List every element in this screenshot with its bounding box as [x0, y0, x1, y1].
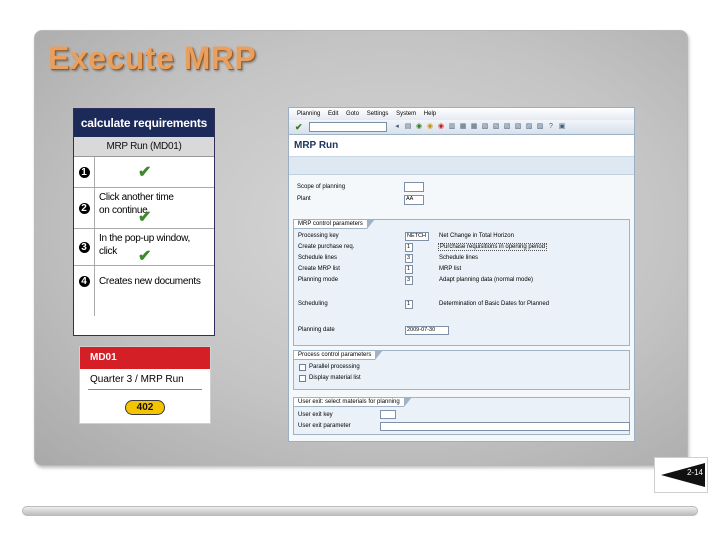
divider: [88, 389, 202, 390]
customize-layout-icon[interactable]: ▣: [558, 122, 566, 131]
slide-title: Execute MRP: [48, 40, 257, 76]
steps-header: calculate requirements: [74, 109, 214, 137]
print-icon[interactable]: ▥: [448, 122, 456, 131]
back-icon[interactable]: ◉: [415, 122, 423, 131]
step-text: In the pop-up window, click: [99, 233, 190, 257]
step-row-2: 2 Click another time on continue ✔: [74, 188, 214, 229]
bottom-divider: [22, 506, 698, 516]
step-row-4: 4 Creates new documents: [74, 266, 214, 316]
step-number: 1: [74, 157, 95, 187]
standard-toolbar: ✔ ◂ ▤ ◉ ◉ ◉ ▥ ▦ ▦ ▧ ▧ ▧ ▧ ▨ ▨ ? ▣: [289, 120, 634, 135]
step-row-1: 1 ✔: [74, 157, 214, 188]
exit-icon[interactable]: ◉: [426, 122, 434, 131]
step-number: 2: [74, 188, 95, 228]
page-number: 2-14: [686, 468, 703, 477]
sap-window: Planning Edit Goto Settings System Help …: [288, 107, 635, 442]
parallel-processing-label: Parallel processing: [309, 364, 360, 370]
enter-check-icon[interactable]: ✔: [295, 122, 305, 132]
process-control-tab: Process control parameters: [293, 350, 384, 360]
first-page-icon[interactable]: ▧: [481, 122, 489, 131]
user-exit-group: User exit: select materials for planning…: [293, 397, 630, 435]
schedule-lines-input[interactable]: 3: [405, 254, 413, 263]
application-toolbar: [289, 157, 634, 175]
save-icon[interactable]: ▤: [404, 122, 412, 131]
screen-content: Scope of planning Plant AA MRP control p…: [289, 176, 634, 441]
next-page-icon[interactable]: ▧: [503, 122, 511, 131]
steps-panel: calculate requirements MRP Run (MD01) 1 …: [73, 108, 215, 336]
step-number: 4: [74, 266, 95, 316]
schedule-lines-desc: Schedule lines: [439, 255, 479, 261]
step-number: 3: [74, 229, 95, 265]
last-page-icon[interactable]: ▧: [514, 122, 522, 131]
create-pur-req-desc: Purchase requisitions in opening period: [438, 243, 548, 251]
cancel-icon[interactable]: ◉: [437, 122, 445, 131]
processing-key-input[interactable]: NETCH: [405, 232, 429, 241]
menu-planning[interactable]: Planning: [297, 111, 320, 117]
transaction-badge: MD01 Quarter 3 / MRP Run 402: [79, 346, 211, 424]
transaction-code: MD01: [80, 347, 210, 369]
schedule-lines-label: Schedule lines: [298, 255, 338, 261]
help-icon[interactable]: ?: [547, 122, 555, 131]
user-exit-key-label: User exit key: [298, 412, 333, 418]
user-exit-key-input[interactable]: [380, 410, 396, 419]
menu-edit[interactable]: Edit: [328, 111, 338, 117]
menu-bar: Planning Edit Goto Settings System Help: [289, 108, 634, 120]
processing-key-label: Processing key: [298, 233, 339, 239]
find-next-icon[interactable]: ▦: [470, 122, 478, 131]
step-text: Creates new documents: [99, 276, 201, 287]
screen-title: MRP Run: [289, 135, 634, 157]
display-material-list-label: Display material list: [309, 375, 361, 381]
plant-input[interactable]: AA: [404, 195, 424, 205]
create-pur-req-input[interactable]: 1: [405, 243, 413, 252]
page-number-badge: 2-14: [654, 457, 708, 493]
process-control-group: Process control parameters Parallel proc…: [293, 350, 630, 390]
scope-label: Scope of planning: [297, 184, 346, 190]
mrp-list-input[interactable]: 1: [405, 265, 413, 274]
checkmark-icon: ✔: [138, 164, 152, 181]
mrp-list-desc: MRP list: [439, 266, 462, 272]
menu-goto[interactable]: Goto: [346, 111, 359, 117]
shortcut-icon[interactable]: ▨: [536, 122, 544, 131]
scheduling-desc: Determination of Basic Dates for Planned: [439, 301, 550, 307]
mrp-control-group: MRP control parameters Processing key NE…: [293, 219, 630, 346]
menu-settings[interactable]: Settings: [367, 111, 389, 117]
mrp-control-tab: MRP control parameters: [293, 219, 375, 229]
planning-mode-input[interactable]: 3: [405, 276, 413, 285]
user-exit-param-input[interactable]: [380, 422, 630, 431]
plant-label: Plant: [297, 196, 311, 202]
steps-subheader: MRP Run (MD01): [74, 137, 214, 157]
parallel-processing-checkbox[interactable]: [299, 364, 306, 371]
scheduling-input[interactable]: 1: [405, 300, 413, 309]
find-icon[interactable]: ▦: [459, 122, 467, 131]
planning-date-input[interactable]: 2009-07-30: [405, 326, 449, 335]
menu-help[interactable]: Help: [424, 111, 436, 117]
planning-date-label: Planning date: [298, 327, 335, 333]
menu-system[interactable]: System: [396, 111, 416, 117]
display-material-list-checkbox[interactable]: [299, 375, 306, 382]
step-row-3: 3 In the pop-up window, click ✔: [74, 229, 214, 266]
toolbar-icons: ◂ ▤ ◉ ◉ ◉ ▥ ▦ ▦ ▧ ▧ ▧ ▧ ▨ ▨ ? ▣: [393, 122, 566, 131]
previous-page-icon[interactable]: ▧: [492, 122, 500, 131]
scope-input[interactable]: [404, 182, 424, 192]
dropdown-icon[interactable]: ◂: [393, 122, 401, 131]
command-field[interactable]: [309, 122, 387, 132]
user-exit-param-label: User exit parameter: [298, 423, 351, 429]
user-exit-tab: User exit: select materials for planning: [293, 397, 412, 407]
planning-mode-desc: Adapt planning data (normal mode): [439, 277, 534, 283]
new-session-icon[interactable]: ▨: [525, 122, 533, 131]
checkmark-icon: ✔: [138, 209, 152, 226]
planning-mode-label: Planning mode: [298, 277, 339, 283]
transaction-number: 402: [125, 400, 165, 415]
create-pur-req-label: Create purchase req.: [298, 244, 355, 250]
processing-key-desc: Net Change in Total Horizon: [439, 233, 514, 239]
mrp-list-label: Create MRP list: [298, 266, 340, 272]
transaction-line: Quarter 3 / MRP Run: [90, 374, 184, 385]
checkmark-icon: ✔: [138, 248, 152, 265]
scheduling-label: Scheduling: [298, 301, 328, 307]
